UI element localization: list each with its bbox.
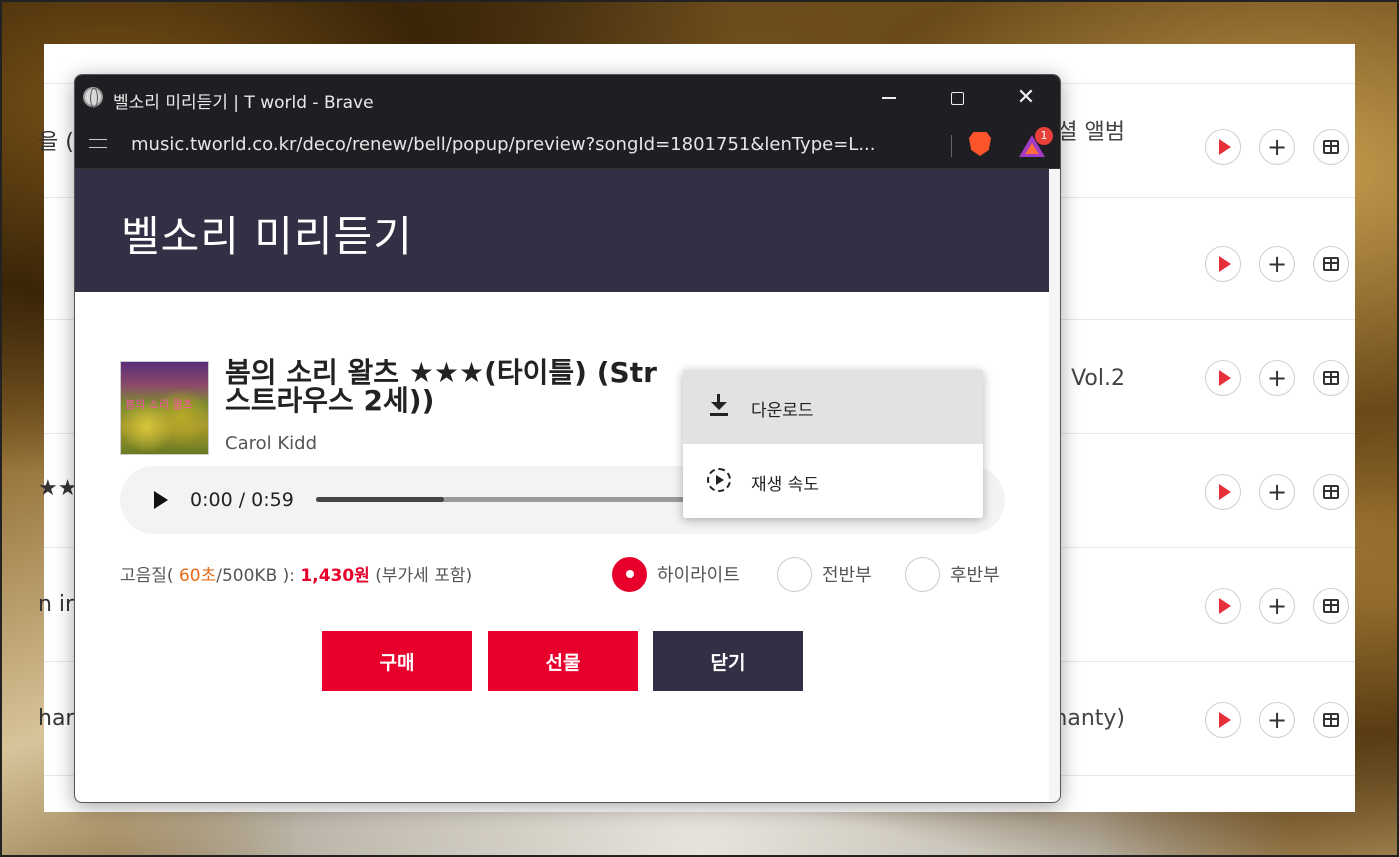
list-item bbox=[44, 0, 1355, 84]
plus-icon: + bbox=[1266, 706, 1288, 734]
divider bbox=[951, 135, 952, 157]
add-button[interactable]: + bbox=[1259, 246, 1295, 282]
page-title: 벨소리 미리듣기 bbox=[121, 212, 413, 261]
menu-item-download[interactable]: 다운로드 bbox=[683, 370, 983, 444]
gift-icon bbox=[1323, 257, 1339, 271]
maximize-button[interactable] bbox=[939, 83, 975, 113]
window-titlebar[interactable]: 벨소리 미리듣기 | T world - Brave ✕ bbox=[75, 75, 1060, 121]
gift-icon bbox=[1323, 371, 1339, 385]
add-button[interactable]: + bbox=[1259, 474, 1295, 510]
scrollbar[interactable] bbox=[1049, 169, 1060, 802]
radio-highlight[interactable]: 하이라이트 bbox=[612, 556, 740, 592]
play-icon bbox=[1218, 712, 1231, 728]
window-title: 벨소리 미리듣기 | T world - Brave bbox=[113, 93, 374, 113]
plus-icon: + bbox=[1266, 364, 1288, 392]
gift-button[interactable] bbox=[1313, 360, 1349, 396]
add-button[interactable]: + bbox=[1259, 588, 1295, 624]
play-icon bbox=[1218, 370, 1231, 386]
address-bar: music.tworld.co.kr/deco/renew/bell/popup… bbox=[75, 121, 1060, 169]
radio-first-half[interactable]: 전반부 bbox=[777, 556, 872, 592]
row-actions: + bbox=[1205, 588, 1349, 624]
play-button[interactable] bbox=[1205, 246, 1241, 282]
gift-button[interactable] bbox=[1313, 129, 1349, 165]
menu-item-label: 재생 속도 bbox=[751, 475, 819, 495]
gift-icon bbox=[1323, 713, 1339, 727]
row-actions: + bbox=[1205, 474, 1349, 510]
gift-button[interactable] bbox=[1313, 246, 1349, 282]
radio-button[interactable] bbox=[612, 556, 647, 592]
progress-fill bbox=[316, 497, 444, 502]
gift-icon bbox=[1323, 485, 1339, 499]
add-button[interactable]: + bbox=[1259, 702, 1295, 738]
time-display: 0:00 / 0:59 bbox=[190, 489, 294, 511]
play-icon bbox=[1218, 139, 1231, 155]
radio-second-half[interactable]: 후반부 bbox=[905, 556, 1000, 592]
plus-icon: + bbox=[1266, 250, 1288, 278]
popup-header: 벨소리 미리듣기 bbox=[75, 169, 1049, 292]
price-amount: 1,430원 bbox=[300, 566, 370, 586]
radio-label: 하이라이트 bbox=[657, 565, 740, 586]
plus-icon: + bbox=[1266, 478, 1288, 506]
play-icon[interactable] bbox=[154, 491, 168, 509]
bg-row-left-text: ★★ bbox=[38, 476, 78, 501]
row-actions: + bbox=[1205, 129, 1349, 165]
play-button[interactable] bbox=[1205, 588, 1241, 624]
gift-button[interactable] bbox=[1313, 702, 1349, 738]
buy-button[interactable]: 구매 bbox=[322, 631, 472, 691]
plus-icon: + bbox=[1266, 592, 1288, 620]
play-button[interactable] bbox=[1205, 702, 1241, 738]
row-actions: + bbox=[1205, 702, 1349, 738]
context-menu: 다운로드 재생 속도 bbox=[683, 370, 983, 518]
plus-icon: + bbox=[1266, 133, 1288, 161]
price-info: 고음질( 60초/500KB ): 1,430원 (부가세 포함) bbox=[120, 561, 472, 586]
play-icon bbox=[1218, 256, 1231, 272]
gift-icon bbox=[1323, 599, 1339, 613]
bg-row-right-text: hanty) bbox=[1053, 706, 1125, 731]
price-label: 고음질( bbox=[120, 566, 179, 586]
radio-label: 후반부 bbox=[950, 565, 1000, 586]
menu-item-playback-speed[interactable]: 재생 속도 bbox=[683, 444, 983, 518]
globe-icon bbox=[83, 87, 103, 108]
album-art: 봄의 소리 왈츠 bbox=[120, 361, 209, 455]
gift-icon bbox=[1323, 140, 1339, 154]
close-window-button[interactable]: ✕ bbox=[1008, 83, 1044, 113]
play-icon bbox=[1218, 484, 1231, 500]
url-field[interactable]: music.tworld.co.kr/deco/renew/bell/popup… bbox=[131, 134, 943, 155]
gift-button[interactable] bbox=[1313, 588, 1349, 624]
brave-shields-icon[interactable] bbox=[969, 132, 991, 156]
site-settings-icon[interactable] bbox=[89, 137, 109, 153]
price-duration: 60초 bbox=[178, 566, 217, 586]
minimize-icon bbox=[882, 97, 896, 99]
play-button[interactable] bbox=[1205, 360, 1241, 396]
maximize-icon bbox=[950, 91, 964, 105]
play-button[interactable] bbox=[1205, 474, 1241, 510]
add-button[interactable]: + bbox=[1259, 129, 1295, 165]
radio-button[interactable] bbox=[777, 556, 812, 592]
bg-row-right-text: Vol.2 bbox=[1071, 366, 1125, 391]
gift-button[interactable] bbox=[1313, 474, 1349, 510]
download-icon bbox=[709, 394, 729, 416]
artist-name: Carol Kidd bbox=[225, 433, 317, 454]
rewards-badge: 1 bbox=[1035, 127, 1053, 145]
add-button[interactable]: + bbox=[1259, 360, 1295, 396]
radio-button[interactable] bbox=[905, 556, 940, 592]
close-icon: ✕ bbox=[1016, 85, 1036, 110]
bg-row-left-text: n in bbox=[38, 592, 79, 617]
radio-label: 전반부 bbox=[822, 565, 872, 586]
playback-speed-icon bbox=[707, 468, 731, 492]
album-art-caption: 봄의 소리 왈츠 bbox=[125, 398, 193, 411]
gift-button[interactable]: 선물 bbox=[488, 631, 638, 691]
menu-item-label: 다운로드 bbox=[751, 401, 814, 421]
row-actions: + bbox=[1205, 360, 1349, 396]
minimize-button[interactable] bbox=[871, 83, 907, 113]
preview-popup-window: 벨소리 미리듣기 | T world - Brave ✕ music.tworl… bbox=[74, 74, 1061, 803]
bg-row-right-text: 셜 앨범 bbox=[1057, 120, 1125, 145]
row-actions: + bbox=[1205, 246, 1349, 282]
play-icon bbox=[1218, 598, 1231, 614]
play-button[interactable] bbox=[1205, 129, 1241, 165]
price-size: /500KB ): bbox=[216, 566, 301, 586]
price-vat: (부가세 포함) bbox=[369, 566, 473, 586]
close-button[interactable]: 닫기 bbox=[653, 631, 803, 691]
